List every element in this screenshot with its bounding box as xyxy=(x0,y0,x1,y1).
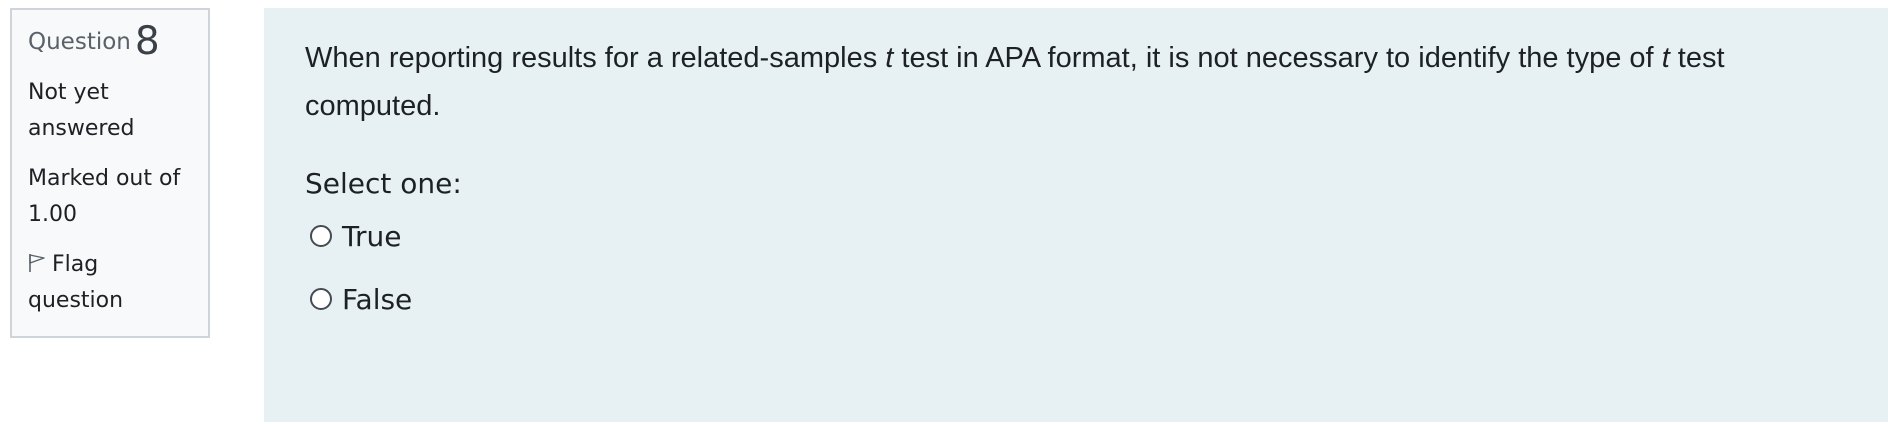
question-text-part: test in APA format, it is not necessary … xyxy=(893,42,1662,74)
question-content: When reporting results for a related-sam… xyxy=(264,8,1888,422)
question-text-part: When reporting results for a related-sam… xyxy=(305,42,886,74)
flag-question-link[interactable]: Flag question xyxy=(28,247,194,319)
option-false[interactable]: False xyxy=(310,279,1858,319)
grade-info: Marked out of 1.00 xyxy=(28,166,181,227)
question-text-italic: t xyxy=(1661,42,1670,74)
question-label: Question xyxy=(28,29,131,55)
option-label[interactable]: True xyxy=(342,220,401,253)
radio-unchecked-icon[interactable] xyxy=(310,225,332,247)
flag-icon xyxy=(29,254,45,272)
select-prompt: Select one: xyxy=(305,167,462,200)
option-label[interactable]: False xyxy=(342,283,412,316)
option-true[interactable]: True xyxy=(310,216,1858,256)
answer-options: True False xyxy=(305,216,1858,319)
answer-state: Not yet answered xyxy=(28,80,135,141)
question-number: 8 xyxy=(134,19,160,64)
question-text: When reporting results for a related-sam… xyxy=(305,34,1858,130)
question-number-heading: Question 8 xyxy=(28,22,194,61)
question-info-panel: Question 8 Not yet answered Marked out of… xyxy=(10,8,210,338)
radio-unchecked-icon[interactable] xyxy=(310,288,332,310)
